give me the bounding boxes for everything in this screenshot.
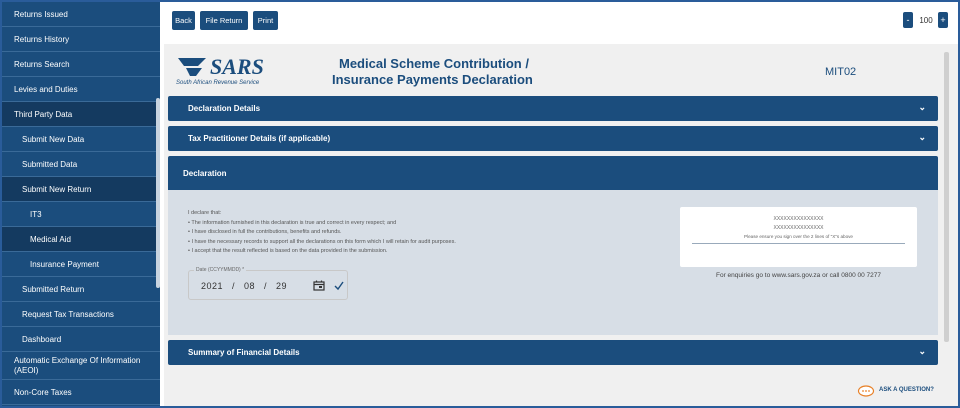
- chevron-down-icon[interactable]: ⌄: [918, 346, 926, 357]
- declaration-line: • The information furnished in this decl…: [188, 219, 397, 226]
- signature-placeholder-line-2: XXXXXXXXXXXXXXX: [773, 225, 824, 231]
- date-field-label: Date (CCYYMMDD) *: [194, 267, 247, 273]
- page-title: Medical Scheme Contribution / Insurance …: [332, 56, 533, 88]
- signature-divider: [692, 243, 905, 244]
- date-field-value[interactable]: 2021 / 08 / 29: [201, 281, 287, 291]
- logo-subtitle: South African Revenue Service: [176, 80, 260, 86]
- sidebar-item-submitted-data[interactable]: Submitted Data: [2, 152, 160, 177]
- declaration-line: • I have the necessary records to suppor…: [188, 238, 456, 245]
- page-title-line-1: Medical Scheme Contribution /: [339, 56, 529, 71]
- chevron-down-icon[interactable]: ⌄: [918, 102, 926, 113]
- section-title: Tax Practitioner Details (if applicable): [188, 134, 331, 143]
- main-scrollbar[interactable]: [944, 52, 949, 342]
- declaration-text: I declare that: • The information furnis…: [188, 209, 456, 257]
- section-declaration[interactable]: Declaration: [168, 156, 938, 190]
- chevron-down-icon[interactable]: ⌄: [918, 132, 926, 143]
- section-title: Summary of Financial Details: [188, 348, 300, 357]
- signature-note: Please ensure you sign over the 2 lines …: [744, 234, 853, 239]
- sidebar-item-levies-and-duties[interactable]: Levies and Duties: [2, 77, 160, 102]
- enquiries-text: For enquiries go to www.sars.gov.za or c…: [716, 272, 881, 279]
- toolbar: Back File Return Print - 100 +: [164, 2, 958, 44]
- sidebar-item-request-tax-transactions[interactable]: Request Tax Transactions: [2, 302, 160, 327]
- sidebar-item-submit-new-data[interactable]: Submit New Data: [2, 127, 160, 152]
- sidebar-item-it3[interactable]: IT3: [2, 202, 160, 227]
- sidebar-item-returns-search[interactable]: Returns Search: [2, 52, 160, 77]
- signature-box: XXXXXXXXXXXXXXX XXXXXXXXXXXXXXX Please e…: [680, 207, 917, 267]
- sidebar-item-submitted-return[interactable]: Submitted Return: [2, 277, 160, 302]
- sidebar-item-dashboard[interactable]: Dashboard: [2, 327, 160, 352]
- logo-wordmark: SARS: [210, 54, 264, 79]
- ask-question-button[interactable]: ASK A QUESTION?: [857, 385, 947, 399]
- sidebar-item-insurance-payment[interactable]: Insurance Payment: [2, 252, 160, 277]
- form-code: MIT02: [825, 66, 857, 78]
- sidebar-item-aeoi[interactable]: Automatic Exchange Of Information (AEOI): [2, 352, 160, 380]
- sidebar-item-third-party-data[interactable]: Third Party Data: [2, 102, 160, 127]
- calendar-icon[interactable]: [313, 280, 325, 291]
- section-declaration-details[interactable]: Declaration Details ⌄: [168, 96, 938, 121]
- file-return-button[interactable]: File Return: [200, 11, 248, 30]
- date-field[interactable]: Date (CCYYMMDD) * 2021 / 08 / 29: [188, 267, 348, 300]
- ask-question-label: ASK A QUESTION?: [879, 387, 934, 393]
- section-title: Declaration Details: [188, 104, 261, 113]
- chat-bubble-icon: [857, 385, 875, 397]
- print-button[interactable]: Print: [253, 11, 278, 30]
- form-header: SARS South African Revenue Service Medic…: [164, 46, 958, 96]
- sidebar-item-submit-new-return[interactable]: Submit New Return: [2, 177, 160, 202]
- declaration-panel: I declare that: • The information furnis…: [168, 190, 938, 335]
- sidebar-scrollbar[interactable]: [156, 98, 160, 288]
- page-title-line-2: Insurance Payments Declaration: [332, 72, 533, 87]
- zoom-level[interactable]: 100: [914, 12, 938, 28]
- declaration-line: • I have disclosed in full the contribut…: [188, 229, 342, 235]
- zoom-in-button[interactable]: +: [938, 12, 948, 28]
- declaration-line: • I accept that the result reflected is …: [188, 248, 388, 254]
- sidebar-item-returns-issued[interactable]: Returns Issued: [2, 2, 160, 27]
- check-icon[interactable]: [333, 280, 345, 291]
- sidebar-item-non-core-taxes[interactable]: Non-Core Taxes: [2, 380, 160, 405]
- main-content: Back File Return Print - 100 + SARS Sout…: [164, 2, 958, 406]
- declaration-line: I declare that:: [188, 210, 222, 216]
- section-summary-financial[interactable]: Summary of Financial Details ⌄: [168, 340, 938, 365]
- back-button[interactable]: Back: [172, 11, 195, 30]
- signature-placeholder-line-1: XXXXXXXXXXXXXXX: [773, 216, 824, 222]
- sidebar: Returns Issued Returns History Returns S…: [2, 2, 160, 406]
- sidebar-item-returns-history[interactable]: Returns History: [2, 27, 160, 52]
- sidebar-item-medical-aid[interactable]: Medical Aid: [2, 227, 160, 252]
- zoom-out-button[interactable]: -: [903, 12, 913, 28]
- section-tax-practitioner[interactable]: Tax Practitioner Details (if applicable)…: [168, 126, 938, 151]
- section-title: Declaration: [183, 168, 227, 178]
